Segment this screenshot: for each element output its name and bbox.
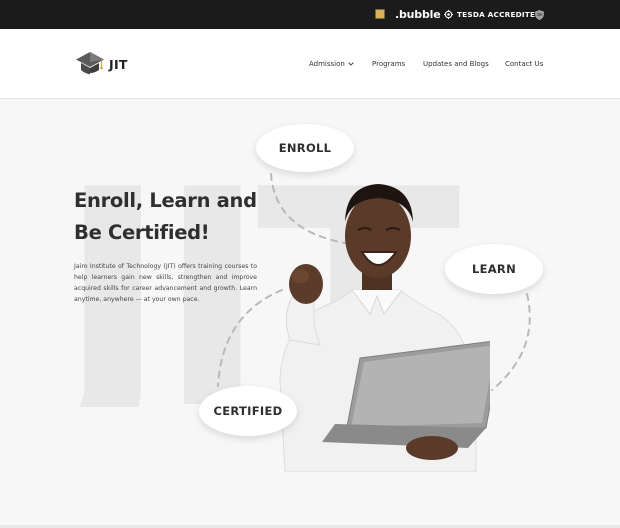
hero-section: JIT Enroll, Learn and Be Certified! Jair… — [0, 100, 620, 528]
nav-contact-label: Contact Us — [505, 60, 544, 68]
site-logo[interactable]: JIT — [75, 51, 128, 77]
nav-contact-us[interactable]: Contact Us — [505, 29, 543, 99]
nav-admission[interactable]: Admission — [309, 29, 354, 99]
nav-admission-label: Admission — [309, 60, 345, 68]
logo-text: JIT — [109, 56, 128, 72]
bubble-partner-logo[interactable]: .bubble — [395, 0, 441, 29]
man-with-laptop-image — [279, 184, 490, 472]
tesda-accredited-badge[interactable]: TESDA ACCREDITED — [444, 0, 541, 29]
badge-icon — [375, 9, 385, 19]
enroll-bubble: ENROLL — [256, 124, 354, 172]
nav-updates-label: Updates and Blogs — [423, 60, 489, 68]
nav-programs[interactable]: Programs — [372, 29, 405, 99]
nav-programs-label: Programs — [372, 60, 406, 68]
shield-icon — [535, 0, 544, 29]
learn-bubble: LEARN — [445, 244, 543, 294]
tesda-gear-icon — [444, 10, 453, 19]
certified-bubble: CERTIFIED — [199, 386, 297, 436]
tesda-label: TESDA ACCREDITED — [457, 10, 542, 19]
chevron-down-icon — [348, 62, 354, 66]
nav-updates-and-blogs[interactable]: Updates and Blogs — [423, 29, 489, 99]
site-header: JIT Admission Programs Updates and Blogs… — [0, 29, 620, 99]
graduation-cap-logo-icon — [76, 52, 104, 75]
top-bar: .bubble TESDA ACCREDITED — [0, 0, 620, 29]
